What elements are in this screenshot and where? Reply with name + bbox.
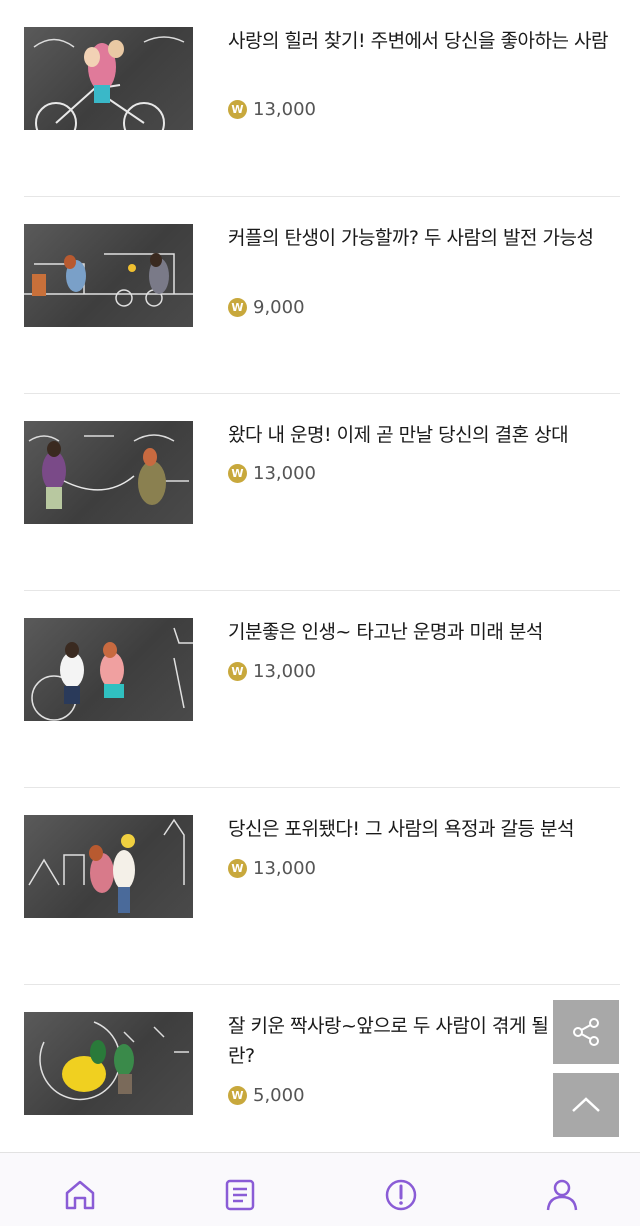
price-value: 13,000 — [253, 98, 316, 120]
product-title[interactable]: 기분좋은 인생~ 타고난 운명과 미래 분석 — [228, 617, 608, 647]
nav-profile[interactable] — [542, 1175, 582, 1215]
product-price: W 13,000 — [228, 856, 316, 880]
list-item[interactable]: 기분좋은 인생~ 타고난 운명과 미래 분석 W 13,000 — [24, 591, 620, 788]
list-item[interactable]: 사랑의 힐러 찾기! 주변에서 당신을 좋아하는 사람 W 13,000 — [24, 0, 620, 197]
nav-home[interactable] — [60, 1175, 100, 1215]
list-item[interactable]: 커플의 탄생이 가능할까? 두 사람의 발전 가능성 W 9,000 — [24, 197, 620, 394]
list-item[interactable]: 당신은 포위됐다! 그 사람의 욕정과 갈등 분석 W 13,000 — [24, 788, 620, 985]
user-icon — [546, 1179, 578, 1211]
chevron-up-icon — [572, 1097, 600, 1112]
product-price: W 9,000 — [228, 295, 305, 319]
share-icon — [573, 1018, 599, 1046]
product-thumbnail[interactable] — [24, 815, 193, 918]
share-button[interactable] — [553, 1000, 619, 1064]
product-price: W 13,000 — [228, 659, 316, 683]
product-thumbnail[interactable] — [24, 618, 193, 721]
won-coin-icon: W — [228, 463, 247, 483]
product-thumbnail[interactable] — [24, 421, 193, 524]
won-coin-icon: W — [228, 858, 247, 878]
product-price: W 13,000 — [228, 97, 316, 121]
nav-notice[interactable] — [381, 1175, 421, 1215]
home-icon — [65, 1180, 95, 1210]
scroll-top-button[interactable] — [553, 1073, 619, 1137]
nav-list[interactable] — [220, 1175, 260, 1215]
won-coin-icon: W — [228, 1085, 247, 1105]
product-title[interactable]: 당신은 포위됐다! 그 사람의 욕정과 갈등 분석 — [228, 814, 608, 844]
won-coin-icon: W — [228, 661, 247, 681]
product-title[interactable]: 잘 키운 짝사랑~앞으로 두 사람이 겪게 될 사건이란? — [228, 1011, 608, 1071]
product-price: W 5,000 — [228, 1083, 305, 1107]
price-value: 5,000 — [253, 1084, 305, 1106]
list-document-icon — [225, 1179, 255, 1211]
product-price: W 13,000 — [228, 461, 316, 485]
price-value: 13,000 — [253, 857, 316, 879]
list-item[interactable]: 잘 키운 짝사랑~앞으로 두 사람이 겪게 될 사건이란? W 5,000 — [24, 985, 620, 1153]
product-thumbnail[interactable] — [24, 1012, 193, 1115]
product-title[interactable]: 사랑의 힐러 찾기! 주변에서 당신을 좋아하는 사람 — [228, 26, 608, 56]
price-value: 13,000 — [253, 462, 316, 484]
won-coin-icon: W — [228, 297, 247, 317]
bottom-navigation — [0, 1152, 640, 1226]
list-item[interactable]: 왔다 내 운명! 이제 곧 만날 당신의 결혼 상대 W 13,000 — [24, 394, 620, 591]
product-title[interactable]: 커플의 탄생이 가능할까? 두 사람의 발전 가능성 — [228, 223, 608, 253]
price-value: 9,000 — [253, 296, 305, 318]
price-value: 13,000 — [253, 660, 316, 682]
won-coin-icon: W — [228, 99, 247, 119]
product-thumbnail[interactable] — [24, 224, 193, 327]
alert-circle-icon — [385, 1179, 417, 1211]
product-title[interactable]: 왔다 내 운명! 이제 곧 만날 당신의 결혼 상대 — [228, 420, 608, 450]
product-thumbnail[interactable] — [24, 27, 193, 130]
